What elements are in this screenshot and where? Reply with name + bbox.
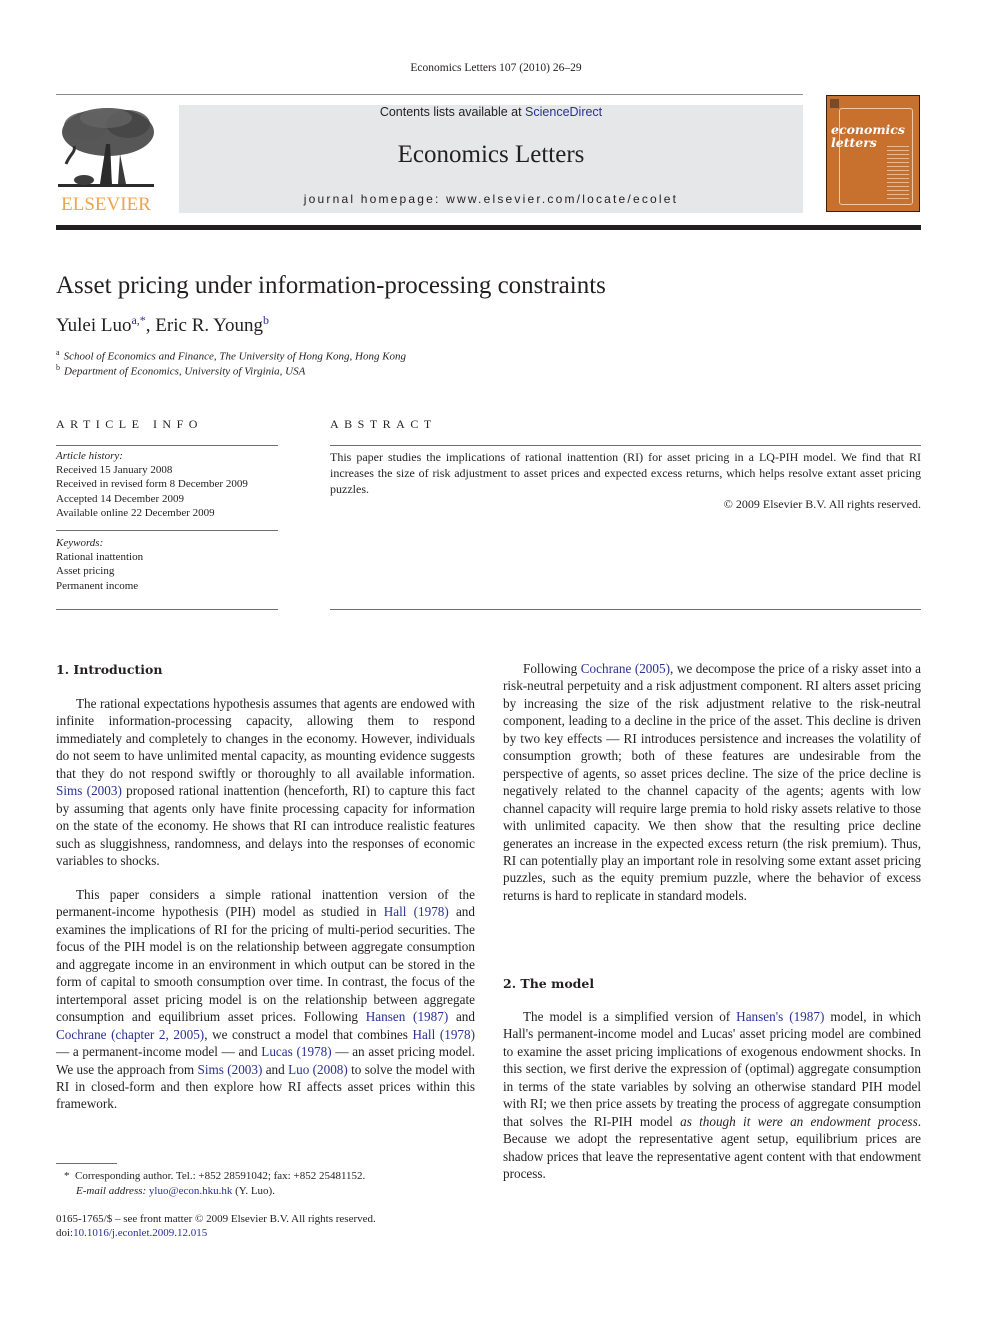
journal-masthead: Contents lists available at ScienceDirec… xyxy=(179,105,803,213)
top-rule xyxy=(56,94,803,95)
citation-link[interactable]: Hall (1978) xyxy=(413,1027,475,1042)
article-info-heading: ARTICLE INFO xyxy=(56,417,203,431)
citation-link[interactable]: Hansen (1987) xyxy=(366,1009,448,1024)
article-title: Asset pricing under information-processi… xyxy=(56,272,606,299)
affiliation-mark: a xyxy=(56,348,60,357)
email-footnote: E-mail address: yluo@econ.hku.hk (Y. Luo… xyxy=(76,1185,275,1197)
footnote-mark: * xyxy=(64,1170,70,1182)
citation-link[interactable]: Hansen's (1987) xyxy=(736,1009,824,1024)
affiliation-b: b Department of Economics, University of … xyxy=(56,363,305,378)
keywords-label: Keywords: xyxy=(56,537,104,549)
divider xyxy=(330,445,921,446)
journal-homepage[interactable]: journal homepage: www.elsevier.com/locat… xyxy=(179,192,803,206)
tree-icon xyxy=(58,108,154,187)
running-head: Economics Letters 107 (2010) 26–29 xyxy=(410,62,582,74)
citation-link[interactable]: Cochrane (2005) xyxy=(581,661,670,676)
cover-contents-lines xyxy=(887,146,909,202)
affiliation-a: a School of Economics and Finance, The Un… xyxy=(56,348,406,363)
history-item: Received 15 January 2008 xyxy=(56,464,173,477)
history-label: Article history: xyxy=(56,450,123,462)
keywords: Keywords: Rational inattention Asset pri… xyxy=(56,536,286,593)
text: and xyxy=(448,1009,475,1025)
author-list: Yulei Luoa,*, Eric R. Youngb xyxy=(56,313,269,337)
keyword: Asset pricing xyxy=(56,565,115,578)
author-name: Yulei Luo xyxy=(56,315,132,336)
section-heading: 1. Introduction xyxy=(56,662,163,677)
author-marks[interactable]: b xyxy=(263,313,269,327)
citation-link[interactable]: Cochrane (chapter 2, 2005) xyxy=(56,1027,204,1042)
text: The rational expectations hypothesis ass… xyxy=(56,696,475,781)
divider xyxy=(56,609,278,610)
article-history: Article history: Received 15 January 200… xyxy=(56,449,286,520)
header-thick-rule xyxy=(56,225,921,230)
text: , we construct a model that combines xyxy=(204,1026,413,1042)
intro-paragraph-1: The rational expectations hypothesis ass… xyxy=(56,695,475,870)
history-item: Available online 22 December 2009 xyxy=(56,506,215,519)
abstract-copyright: © 2009 Elsevier B.V. All rights reserved… xyxy=(723,497,921,511)
doi-link[interactable]: 10.1016/j.econlet.2009.12.015 xyxy=(73,1227,207,1239)
text: — a permanent-income model — and xyxy=(56,1044,262,1060)
divider xyxy=(330,609,921,610)
author-name: Eric R. Young xyxy=(155,315,263,336)
contents-prefix: Contents lists available at xyxy=(379,105,526,119)
keyword: Rational inattention xyxy=(56,551,144,564)
text: model, in which Hall's permanent-income … xyxy=(503,1009,922,1129)
corresponding-author-footnote: * Corresponding author. Tel.: +852 28591… xyxy=(64,1170,365,1182)
affiliation-mark: b xyxy=(56,363,60,372)
text: The model is a simplified version of xyxy=(523,1009,737,1024)
elsevier-wordmark: ELSEVIER xyxy=(61,194,151,215)
text: and xyxy=(262,1061,289,1077)
keyword: Permanent income xyxy=(56,579,139,592)
history-item: Accepted 14 December 2009 xyxy=(56,492,184,505)
doi-prefix: doi: xyxy=(56,1227,74,1239)
section-1-heading: 1. Introduction xyxy=(56,661,162,678)
abstract-text: This paper studies the implications of r… xyxy=(330,450,921,496)
email-link[interactable]: yluo@econ.hku.hk xyxy=(149,1185,232,1197)
doi-line: doi:10.1016/j.econlet.2009.12.015 xyxy=(56,1227,207,1239)
journal-cover-thumbnail: economics letters xyxy=(826,95,920,212)
history-item: Received in revised form 8 December 2009 xyxy=(56,478,248,491)
citation-link[interactable]: Luo (2008) xyxy=(288,1062,348,1077)
citation-link[interactable]: Sims (2003) xyxy=(198,1062,263,1077)
citation-link[interactable]: Hall (1978) xyxy=(384,904,449,919)
citation-link[interactable]: Lucas (1978) xyxy=(261,1044,331,1059)
text: Following xyxy=(523,661,581,676)
front-matter-line: 0165-1765/$ – see front matter © 2009 El… xyxy=(56,1213,376,1225)
model-paragraph-1: The model is a simplified version of Han… xyxy=(503,1008,921,1183)
text: and examines the implications of RI for … xyxy=(56,904,475,1025)
section-heading: 2. The model xyxy=(503,976,595,991)
divider xyxy=(56,530,278,531)
affiliation-text: Department of Economics, University of V… xyxy=(64,365,306,378)
journal-title: Economics Letters xyxy=(397,141,585,168)
author-separator: , xyxy=(145,315,156,336)
intro-paragraph-2: This paper considers a simple rational i… xyxy=(56,886,475,1113)
affiliation-text: School of Economics and Finance, The Uni… xyxy=(63,350,407,363)
emphasis-text: as though it were an endowment process xyxy=(680,1113,918,1129)
footnote-rule xyxy=(56,1163,117,1164)
section-2-heading: 2. The model xyxy=(503,975,594,992)
cover-logo-icon xyxy=(830,99,839,108)
text: , we decompose the price of a risky asse… xyxy=(503,661,922,903)
citation-link[interactable]: Sims (2003) xyxy=(56,783,122,798)
email-suffix: (Y. Luo). xyxy=(232,1185,275,1197)
divider xyxy=(56,445,278,446)
footnote-text: Corresponding author. Tel.: +852 2859104… xyxy=(75,1170,366,1182)
intro-paragraph-3: Following Cochrane (2005), we decompose … xyxy=(503,660,921,904)
contents-line: Contents lists available at ScienceDirec… xyxy=(179,105,803,119)
email-label: E-mail address: xyxy=(76,1185,147,1197)
sciencedirect-link[interactable]: ScienceDirect xyxy=(525,105,602,119)
author-marks[interactable]: a,* xyxy=(131,313,145,327)
abstract-heading: ABSTRACT xyxy=(330,417,437,431)
